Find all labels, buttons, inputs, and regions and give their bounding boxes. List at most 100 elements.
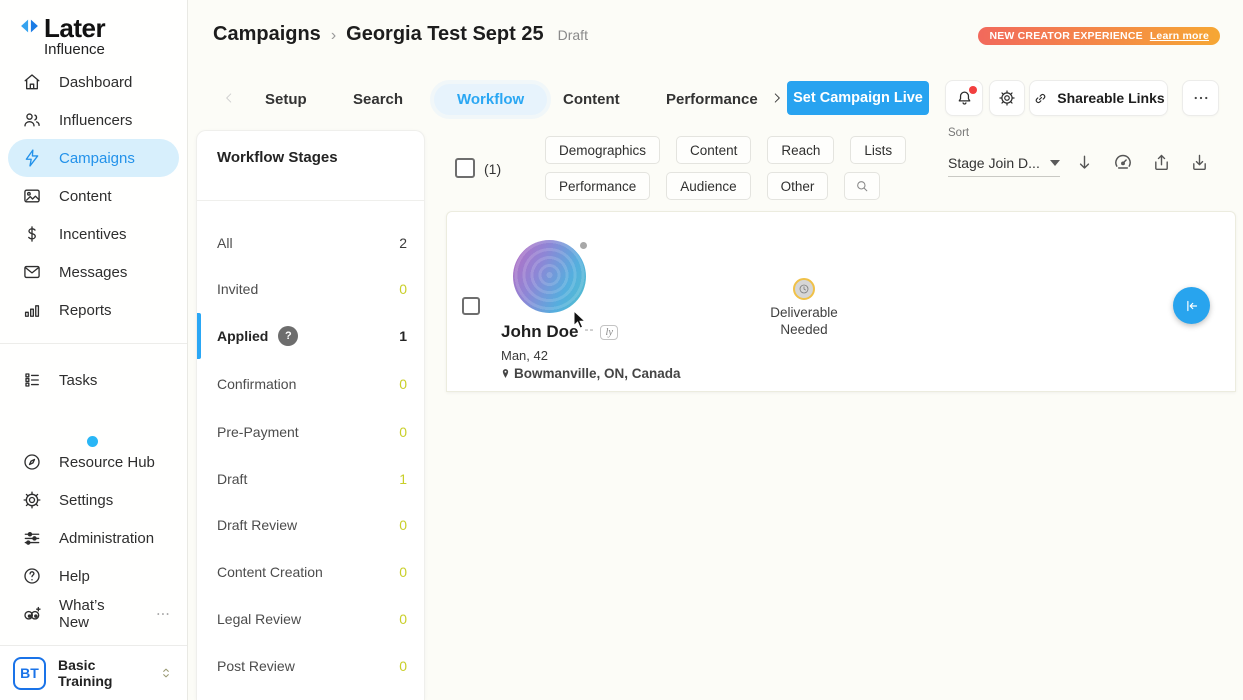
- search-icon: [854, 178, 870, 194]
- sidebar-item-label: Tasks: [59, 372, 97, 389]
- import-icon[interactable]: [1189, 152, 1210, 173]
- page-title: Georgia Test Sept 25: [346, 23, 543, 46]
- influencer-checkbox[interactable]: [462, 297, 480, 315]
- stage-row-draft-review[interactable]: Draft Review 0: [197, 507, 424, 543]
- stage-row-post-review[interactable]: Post Review 0: [197, 648, 424, 684]
- account-name: Basic Training: [58, 657, 146, 689]
- sidebar-item-content[interactable]: Content: [0, 177, 187, 215]
- shareable-links-label: Shareable Links: [1057, 90, 1164, 106]
- tab-workflow[interactable]: Workflow: [434, 84, 547, 115]
- sidebar-item-settings[interactable]: Settings: [0, 481, 187, 519]
- filter-chip-content[interactable]: Content: [676, 136, 751, 164]
- notification-badge: [969, 86, 977, 94]
- sidebar-item-whats-new[interactable]: What’s New: [0, 595, 187, 633]
- filter-chip-lists[interactable]: Lists: [850, 136, 906, 164]
- breadcrumb: Campaigns › Georgia Test Sept 25 Draft: [213, 23, 588, 46]
- sidebar-item-tasks[interactable]: Tasks: [0, 361, 187, 399]
- gauge-icon[interactable]: [1112, 151, 1134, 173]
- sort-dropdown[interactable]: Stage Join D...: [948, 150, 1060, 177]
- sidebar-item-label: Influencers: [59, 112, 132, 129]
- sidebar: Later Influence Dashboard Influencers Ca…: [0, 0, 188, 700]
- sidebar-item-dashboard[interactable]: Dashboard: [0, 63, 187, 101]
- tab-setup[interactable]: Setup: [265, 91, 307, 108]
- link-icon: [1032, 90, 1049, 107]
- sidebar-item-campaigns[interactable]: Campaigns: [8, 139, 179, 177]
- stage-row-draft[interactable]: Draft 1: [197, 461, 424, 497]
- sidebar-item-help[interactable]: Help: [0, 557, 187, 595]
- promo-learn-more-link[interactable]: Learn more: [1150, 30, 1209, 42]
- stage-label: Content Creation: [217, 564, 323, 580]
- account-avatar[interactable]: BT: [13, 657, 46, 690]
- notifications-button[interactable]: [945, 80, 983, 116]
- notes-badge[interactable]: ly: [600, 325, 618, 340]
- stage-count: 1: [399, 328, 407, 344]
- help-icon: [22, 566, 42, 586]
- location-pin-icon: [500, 367, 511, 380]
- gear-icon: [22, 490, 42, 510]
- stage-label: Invited: [217, 281, 258, 297]
- filter-chip-performance[interactable]: Performance: [545, 172, 650, 200]
- influencer-card[interactable]: John Doe -- ly Man, 42 Bowmanville, ON, …: [446, 211, 1236, 392]
- select-all-checkbox[interactable]: [455, 158, 475, 178]
- image-icon: [22, 186, 42, 206]
- sidebar-secondary-nav: Resource Hub Settings Administration Hel…: [0, 443, 187, 633]
- stage-row-applied[interactable]: Applied ? 1: [197, 318, 424, 354]
- influencer-avatar[interactable]: [513, 240, 586, 313]
- export-icon[interactable]: [1151, 152, 1172, 173]
- chevron-down-icon: [1050, 160, 1060, 166]
- workflow-stages-panel: Workflow Stages All 2 Invited 0 Applied …: [196, 130, 425, 700]
- sidebar-item-messages[interactable]: Messages: [0, 253, 187, 291]
- brand-subtitle: Influence: [44, 41, 105, 58]
- sidebar-item-label: Messages: [59, 264, 127, 281]
- stage-count: 0: [399, 564, 407, 580]
- influencer-name-suffix: --: [584, 322, 594, 336]
- breadcrumb-separator: ›: [331, 27, 336, 45]
- stage-count: 1: [399, 471, 407, 487]
- sidebar-item-label: Administration: [59, 530, 154, 547]
- whats-new-more-icon[interactable]: [155, 606, 171, 622]
- influencer-name[interactable]: John Doe: [501, 322, 578, 342]
- applied-help-badge[interactable]: ?: [278, 326, 298, 346]
- tabs-scroll-left-icon[interactable]: [222, 90, 236, 106]
- stage-row-pre-payment[interactable]: Pre-Payment 0: [197, 414, 424, 450]
- campaign-settings-button[interactable]: [989, 80, 1025, 116]
- stage-label: Draft: [217, 471, 247, 487]
- promo-badge-text: NEW CREATOR EXPERIENCE: [989, 30, 1142, 42]
- sidebar-item-label: Content: [59, 188, 112, 205]
- brand-logo[interactable]: Later Influence: [19, 16, 105, 58]
- breadcrumb-campaigns-link[interactable]: Campaigns: [213, 23, 321, 46]
- sidebar-item-incentives[interactable]: Incentives: [0, 215, 187, 253]
- tab-content[interactable]: Content: [563, 91, 620, 108]
- sidebar-divider: [0, 343, 187, 344]
- filter-chip-reach[interactable]: Reach: [767, 136, 834, 164]
- more-actions-button[interactable]: [1182, 80, 1219, 116]
- stage-row-invited[interactable]: Invited 0: [197, 271, 424, 307]
- chevron-up-down-icon[interactable]: [158, 665, 174, 681]
- stage-row-all[interactable]: All 2: [197, 225, 424, 261]
- filter-chip-demographics[interactable]: Demographics: [545, 136, 660, 164]
- stage-count: 0: [399, 658, 407, 674]
- tabs-scroll-right-icon[interactable]: [770, 90, 784, 106]
- sort-label: Sort: [948, 127, 969, 139]
- account-switcher[interactable]: BT Basic Training: [0, 645, 187, 700]
- filter-chip-audience[interactable]: Audience: [666, 172, 750, 200]
- brand-name: Later: [44, 16, 105, 40]
- sidebar-item-reports[interactable]: Reports: [0, 291, 187, 329]
- tab-search[interactable]: Search: [353, 91, 403, 108]
- stage-row-content-creation[interactable]: Content Creation 0: [197, 554, 424, 590]
- filter-chip-other[interactable]: Other: [767, 172, 829, 200]
- shareable-links-button[interactable]: Shareable Links: [1029, 80, 1168, 116]
- sort-direction-icon[interactable]: [1074, 152, 1095, 173]
- tab-performance[interactable]: Performance: [666, 91, 758, 108]
- collapse-panel-button[interactable]: [1173, 287, 1210, 324]
- dollar-icon: [22, 224, 42, 244]
- search-filter-button[interactable]: [844, 172, 880, 200]
- sidebar-item-resource-hub[interactable]: Resource Hub: [0, 443, 187, 481]
- sidebar-item-influencers[interactable]: Influencers: [0, 101, 187, 139]
- set-campaign-live-button[interactable]: Set Campaign Live: [787, 81, 929, 115]
- stage-row-confirmation[interactable]: Confirmation 0: [197, 366, 424, 402]
- stage-row-legal-review[interactable]: Legal Review 0: [197, 601, 424, 637]
- stage-label: Draft Review: [217, 517, 297, 533]
- filter-chips-row-1: Demographics Content Reach Lists: [545, 136, 906, 164]
- sidebar-item-administration[interactable]: Administration: [0, 519, 187, 557]
